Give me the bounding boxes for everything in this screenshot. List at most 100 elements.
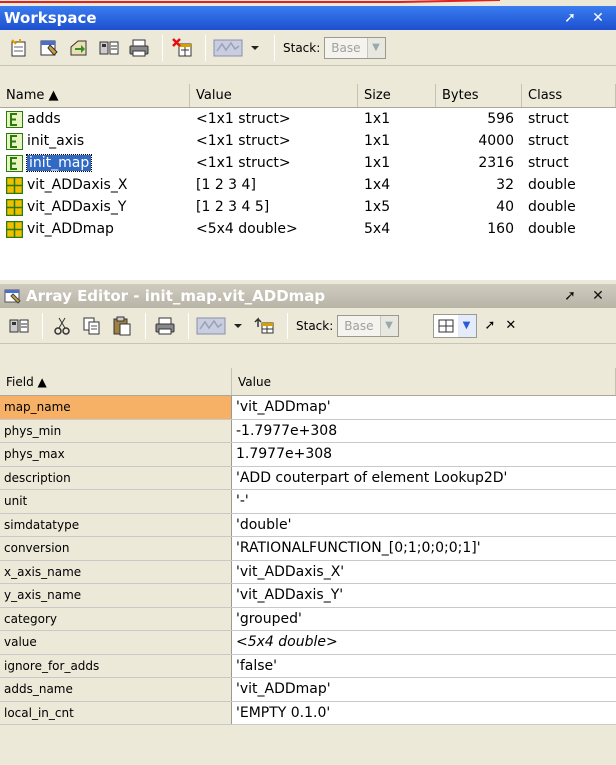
table-row[interactable]: ignore_for_adds'false': [0, 654, 616, 678]
undock-icon[interactable]: ➚: [485, 318, 496, 333]
chevron-down-icon[interactable]: ▼: [457, 314, 476, 337]
stack-select[interactable]: Base ▼: [337, 314, 399, 337]
column-header-value[interactable]: Value: [232, 368, 616, 395]
field-value-cell[interactable]: '-': [232, 490, 616, 513]
column-header-class[interactable]: Class: [522, 84, 616, 107]
variable-name-cell[interactable]: init_map: [0, 154, 190, 172]
cut-icon[interactable]: [49, 313, 75, 339]
close-icon[interactable]: ✕: [505, 318, 516, 333]
array-editor-titlebar[interactable]: Array Editor - init_map.vit_ADDmap ➚ ✕: [0, 284, 616, 308]
field-name-cell[interactable]: category: [0, 607, 232, 630]
table-row[interactable]: map_name'vit_ADDmap': [0, 396, 616, 420]
import-data-icon[interactable]: [66, 35, 92, 61]
field-name-cell[interactable]: map_name: [0, 396, 232, 419]
copy-icon[interactable]: [79, 313, 105, 339]
import-data-icon[interactable]: [6, 313, 32, 339]
array-editor-icon: [4, 288, 22, 304]
table-row[interactable]: init_axis <1x1 struct> 1x1 4000 struct: [0, 130, 616, 152]
variable-name-cell[interactable]: vit_ADDaxis_Y: [0, 198, 190, 216]
variable-name-cell[interactable]: adds: [0, 110, 190, 128]
field-value-cell[interactable]: 'vit_ADDaxis_Y': [232, 584, 616, 607]
table-row[interactable]: adds_name'vit_ADDmap': [0, 678, 616, 702]
save-workspace-icon[interactable]: [96, 35, 122, 61]
field-name-cell[interactable]: local_in_cnt: [0, 701, 232, 724]
plot-dropdown-icon[interactable]: [248, 35, 262, 61]
new-variable-icon[interactable]: [6, 35, 32, 61]
field-value-cell[interactable]: 'grouped': [232, 607, 616, 630]
field-value-cell[interactable]: 'ADD couterpart of element Lookup2D': [232, 466, 616, 489]
field-name-cell[interactable]: ignore_for_adds: [0, 654, 232, 677]
field-name-cell[interactable]: phys_min: [0, 419, 232, 442]
table-row[interactable]: description 'ADD couterpart of element Lo…: [0, 466, 616, 490]
open-selection-icon[interactable]: [36, 35, 62, 61]
table-row[interactable]: simdatatype'double': [0, 513, 616, 537]
column-header-size[interactable]: Size: [358, 84, 436, 107]
field-value-cell[interactable]: 'EMPTY 0.1.0': [232, 701, 616, 724]
tile-layout-select[interactable]: ▼: [432, 313, 477, 338]
column-header-name[interactable]: Name ▲: [0, 84, 190, 107]
chevron-down-icon[interactable]: ▼: [366, 37, 385, 58]
table-row[interactable]: phys_min -1.7977e+308: [0, 419, 616, 443]
undock-icon[interactable]: ➚: [560, 286, 580, 306]
close-icon[interactable]: ✕: [588, 286, 608, 306]
field-name-cell[interactable]: unit: [0, 490, 232, 513]
plot-selection-icon[interactable]: [195, 313, 227, 339]
variable-name-cell[interactable]: init_axis: [0, 132, 190, 150]
column-header-bytes[interactable]: Bytes: [436, 84, 522, 107]
column-header-field[interactable]: Field ▲: [0, 368, 232, 395]
variable-value: <1x1 struct>: [196, 133, 291, 149]
field-value-cell[interactable]: 1.7977e+308: [232, 443, 616, 466]
variable-name-cell[interactable]: vit_ADDmap: [0, 220, 190, 238]
field-name-cell[interactable]: y_axis_name: [0, 584, 232, 607]
delete-variable-icon[interactable]: [169, 35, 195, 61]
print-icon[interactable]: [152, 313, 178, 339]
field-value-cell[interactable]: 'vit_ADDmap': [232, 396, 616, 419]
undock-icon[interactable]: ➚: [560, 8, 580, 28]
field-value-cell[interactable]: 'double': [232, 513, 616, 536]
field-value-cell[interactable]: 'vit_ADDmap': [232, 678, 616, 701]
table-row[interactable]: local_in_cnt 'EMPTY 0.1.0': [0, 701, 616, 725]
field-name-cell[interactable]: adds_name: [0, 678, 232, 701]
print-icon[interactable]: [126, 35, 152, 61]
table-row[interactable]: vit_ADDaxis_X [1 2 3 4] 1x4 32 double: [0, 174, 616, 196]
plot-selection-icon[interactable]: [212, 35, 244, 61]
table-row[interactable]: y_axis_name'vit_ADDaxis_Y': [0, 584, 616, 608]
table-row[interactable]: conversion 'RATIONALFUNCTION_[0;1;0;0;0;1…: [0, 537, 616, 561]
field-value-cell[interactable]: 'vit_ADDaxis_X': [232, 560, 616, 583]
variable-name-cell[interactable]: vit_ADDaxis_X: [0, 176, 190, 194]
chevron-down-icon[interactable]: ▼: [379, 315, 398, 336]
field-value-cell[interactable]: <5x4 double>: [232, 631, 616, 654]
stack-select[interactable]: Base ▼: [324, 36, 386, 59]
field-name-cell[interactable]: value: [0, 631, 232, 654]
field-value-cell[interactable]: 'false': [232, 654, 616, 677]
column-header-value[interactable]: Value: [190, 84, 358, 107]
table-row[interactable]: init_map <1x1 struct> 1x1 2316 struct: [0, 152, 616, 174]
field-name-cell[interactable]: simdatatype: [0, 513, 232, 536]
variable-name: init_axis: [27, 133, 85, 149]
table-row[interactable]: unit '-': [0, 490, 616, 514]
close-icon[interactable]: ✕: [588, 8, 608, 28]
variable-bytes: 32: [496, 177, 514, 193]
table-row[interactable]: vit_ADDmap <5x4 double> 5x4 160 double: [0, 218, 616, 240]
field-name-cell[interactable]: description: [0, 466, 232, 489]
variable-name: vit_ADDaxis_Y: [27, 199, 127, 215]
table-row[interactable]: adds <1x1 struct> 1x1 596 struct: [0, 108, 616, 130]
table-row[interactable]: vit_ADDaxis_Y [1 2 3 4 5] 1x5 40 double: [0, 196, 616, 218]
variable-bytes: 4000: [478, 133, 514, 149]
table-row[interactable]: value <5x4 double>: [0, 631, 616, 655]
table-row[interactable]: phys_max 1.7977e+308: [0, 443, 616, 467]
go-up-icon[interactable]: [251, 313, 277, 339]
plot-dropdown-icon[interactable]: [231, 313, 245, 339]
field-value-cell[interactable]: 'RATIONALFUNCTION_[0;1;0;0;0;1]': [232, 537, 616, 560]
stack-select-value: Base: [331, 40, 361, 55]
variable-name: init_map: [25, 154, 93, 172]
variable-class: struct: [528, 155, 569, 171]
field-name-cell[interactable]: phys_max: [0, 443, 232, 466]
table-row[interactable]: x_axis_name'vit_ADDaxis_X': [0, 560, 616, 584]
workspace-titlebar[interactable]: Workspace ➚ ✕: [0, 6, 616, 30]
field-name-cell[interactable]: conversion: [0, 537, 232, 560]
field-value-cell[interactable]: -1.7977e+308: [232, 419, 616, 442]
paste-icon[interactable]: [109, 313, 135, 339]
field-name-cell[interactable]: x_axis_name: [0, 560, 232, 583]
table-row[interactable]: category'grouped': [0, 607, 616, 631]
